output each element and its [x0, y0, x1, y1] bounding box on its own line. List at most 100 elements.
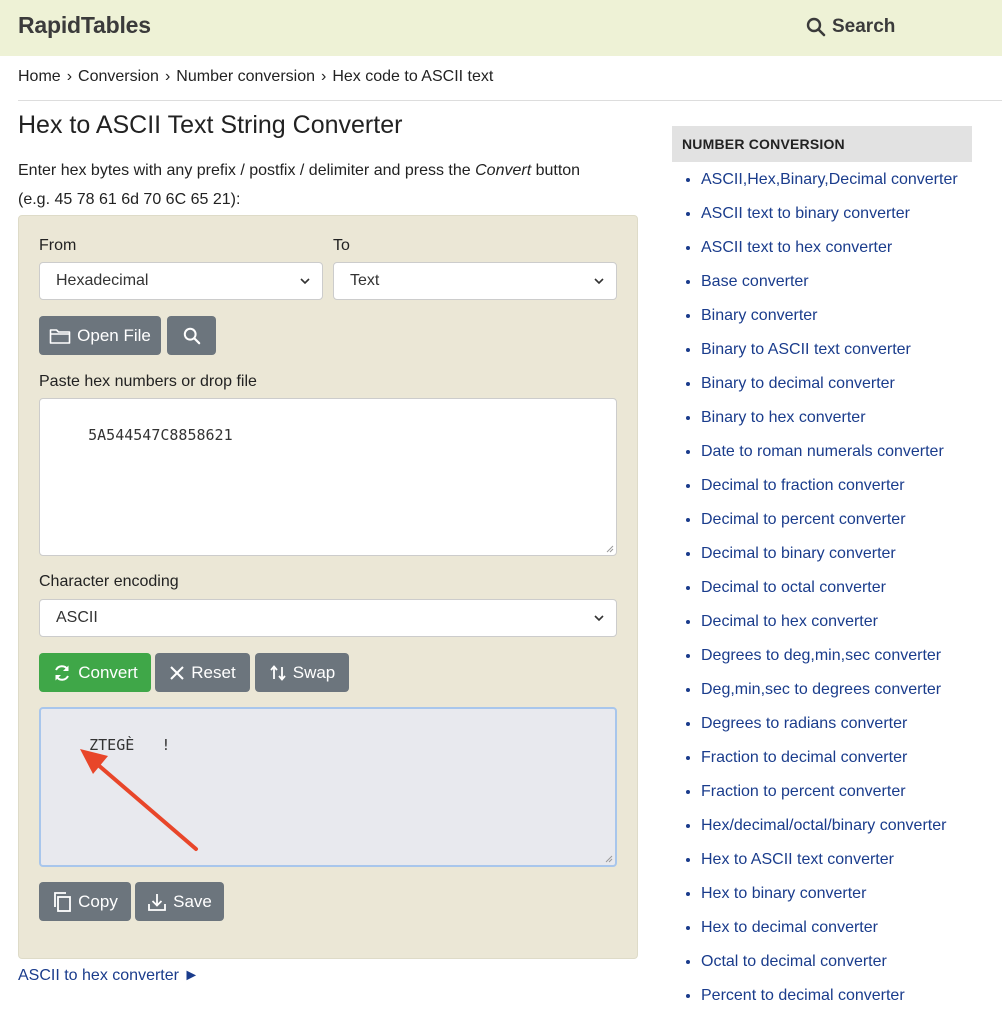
sidebar-item: Hex to decimal converter	[701, 911, 1002, 945]
sidebar-item: Deg,min,sec to degrees converter	[701, 673, 1002, 707]
encoding-select[interactable]: ASCII	[39, 599, 617, 637]
sidebar-link[interactable]: Octal to decimal converter	[701, 953, 887, 970]
sidebar-link[interactable]: Deg,min,sec to degrees converter	[701, 681, 941, 698]
sidebar-link[interactable]: Binary to ASCII text converter	[701, 341, 911, 358]
close-icon	[170, 665, 184, 680]
sidebar-item: Octal to decimal converter	[701, 945, 1002, 979]
sidebar-link[interactable]: Hex/decimal/octal/binary converter	[701, 817, 946, 834]
intro-text: Enter hex bytes with any prefix / postfi…	[18, 156, 628, 214]
encoding-label: Character encoding	[39, 573, 179, 590]
sidebar-item: Percent to decimal converter	[701, 979, 1002, 1013]
sidebar-item: ASCII text to hex converter	[701, 231, 1002, 265]
convert-label: Convert	[78, 662, 138, 682]
sidebar-heading: NUMBER CONVERSION	[672, 126, 972, 162]
page-title: Hex to ASCII Text String Converter	[18, 111, 403, 139]
sidebar-link[interactable]: Decimal to hex converter	[701, 613, 878, 630]
site-logo[interactable]: RapidTables	[18, 12, 151, 39]
ascii-to-hex-link[interactable]: ASCII to hex converter ►	[18, 967, 199, 985]
breadcrumb-current: Hex code to ASCII text	[332, 68, 494, 85]
divider	[18, 100, 1002, 101]
breadcrumb-number-conversion[interactable]: Number conversion	[176, 68, 315, 85]
download-icon	[148, 893, 167, 911]
hex-input-value: 5A544547C8858621	[88, 426, 233, 444]
breadcrumb-separator: ›	[321, 68, 327, 85]
sidebar-link[interactable]: Degrees to deg,min,sec converter	[701, 647, 941, 664]
search-icon	[806, 17, 826, 37]
sidebar-item: Hex to binary converter	[701, 877, 1002, 911]
breadcrumb-separator: ›	[164, 68, 171, 85]
to-label: To	[333, 237, 350, 254]
from-label: From	[39, 237, 77, 254]
convert-button[interactable]: Convert	[39, 653, 151, 692]
refresh-icon	[55, 664, 70, 681]
sidebar-link[interactable]: ASCII text to binary converter	[701, 205, 910, 222]
sidebar-link[interactable]: Decimal to percent converter	[701, 511, 906, 528]
sidebar-item: Binary to decimal converter	[701, 367, 1002, 401]
swap-label: Swap	[292, 662, 336, 682]
input-label: Paste hex numbers or drop file	[39, 373, 257, 390]
reset-label: Reset	[191, 662, 236, 682]
sidebar-link[interactable]: ASCII,Hex,Binary,Decimal converter	[701, 171, 958, 188]
breadcrumb-conversion[interactable]: Conversion	[78, 68, 159, 85]
sidebar-item: Fraction to percent converter	[701, 775, 1002, 809]
search-icon	[183, 327, 200, 344]
chevron-down-icon	[594, 615, 604, 622]
intro-example: (e.g. 45 78 61 6d 70 6C 65 21):	[18, 191, 241, 208]
sidebar-link[interactable]: Date to roman numerals converter	[701, 443, 944, 460]
breadcrumb-home[interactable]: Home	[18, 68, 61, 85]
sidebar-item: Degrees to radians converter	[701, 707, 1002, 741]
sidebar-link[interactable]: Binary converter	[701, 307, 818, 324]
sidebar-link[interactable]: Fraction to percent converter	[701, 783, 906, 800]
sidebar-link[interactable]: Binary to hex converter	[701, 409, 866, 426]
sidebar-link[interactable]: ASCII text to hex converter	[701, 239, 892, 256]
from-select[interactable]: Hexadecimal	[39, 262, 323, 300]
hex-input-textarea[interactable]: 5A544547C8858621	[39, 398, 617, 556]
encoding-select-value: ASCII	[56, 609, 98, 626]
sidebar-link[interactable]: Binary to decimal converter	[701, 375, 895, 392]
text-output-value: ZTEGÈ !	[89, 736, 171, 754]
search-button[interactable]: Search	[806, 13, 895, 41]
sidebar-item: ASCII text to binary converter	[701, 197, 1002, 231]
sidebar-link[interactable]: Hex to decimal converter	[701, 919, 878, 936]
sidebar-link[interactable]: Decimal to octal converter	[701, 579, 886, 596]
sidebar-link[interactable]: Decimal to binary converter	[701, 545, 896, 562]
sidebar-item: Decimal to binary converter	[701, 537, 1002, 571]
sidebar-link[interactable]: Decimal to fraction converter	[701, 477, 905, 494]
sidebar-link[interactable]: Degrees to radians converter	[701, 715, 907, 732]
sidebar-item: Decimal to fraction converter	[701, 469, 1002, 503]
sidebar-item: Binary converter	[701, 299, 1002, 333]
sidebar-item: ASCII,Hex,Binary,Decimal converter	[701, 163, 1002, 197]
breadcrumb: Home › Conversion › Number conversion › Hex co…	[18, 68, 493, 86]
sidebar-item: Degrees to deg,min,sec converter	[701, 639, 1002, 673]
browse-search-button[interactable]	[167, 316, 216, 355]
chevron-down-icon	[594, 278, 604, 285]
chevron-down-icon	[300, 278, 310, 285]
save-button[interactable]: Save	[135, 882, 224, 921]
intro-emphasis: Convert	[475, 162, 532, 179]
resize-handle-icon[interactable]	[606, 545, 614, 553]
sidebar-item: Hex/decimal/octal/binary converter	[701, 809, 1002, 843]
to-select-value: Text	[350, 272, 380, 289]
from-select-value: Hexadecimal	[56, 272, 149, 289]
sidebar-list: ASCII,Hex,Binary,Decimal converter ASCII …	[672, 163, 1002, 1013]
sidebar-link[interactable]: Percent to decimal converter	[701, 987, 905, 1004]
resize-handle-icon[interactable]	[605, 855, 613, 863]
folder-icon	[49, 328, 71, 344]
swap-button[interactable]: Swap	[255, 653, 349, 692]
breadcrumb-separator: ›	[66, 68, 73, 85]
copy-button[interactable]: Copy	[39, 882, 131, 921]
sidebar-link[interactable]: Base converter	[701, 273, 809, 290]
swap-icon	[270, 664, 286, 681]
sidebar-link[interactable]: Hex to ASCII text converter	[701, 851, 894, 868]
sidebar-item: Decimal to percent converter	[701, 503, 1002, 537]
sidebar-item: Base converter	[701, 265, 1002, 299]
reset-button[interactable]: Reset	[155, 653, 250, 692]
text-output-textarea[interactable]: ZTEGÈ !	[39, 707, 617, 867]
sidebar-item: Decimal to hex converter	[701, 605, 1002, 639]
sidebar-link[interactable]: Fraction to decimal converter	[701, 749, 907, 766]
save-label: Save	[173, 891, 212, 911]
to-select[interactable]: Text	[333, 262, 617, 300]
sidebar-item: Hex to ASCII text converter	[701, 843, 1002, 877]
open-file-button[interactable]: Open File	[39, 316, 161, 355]
sidebar-link[interactable]: Hex to binary converter	[701, 885, 866, 902]
